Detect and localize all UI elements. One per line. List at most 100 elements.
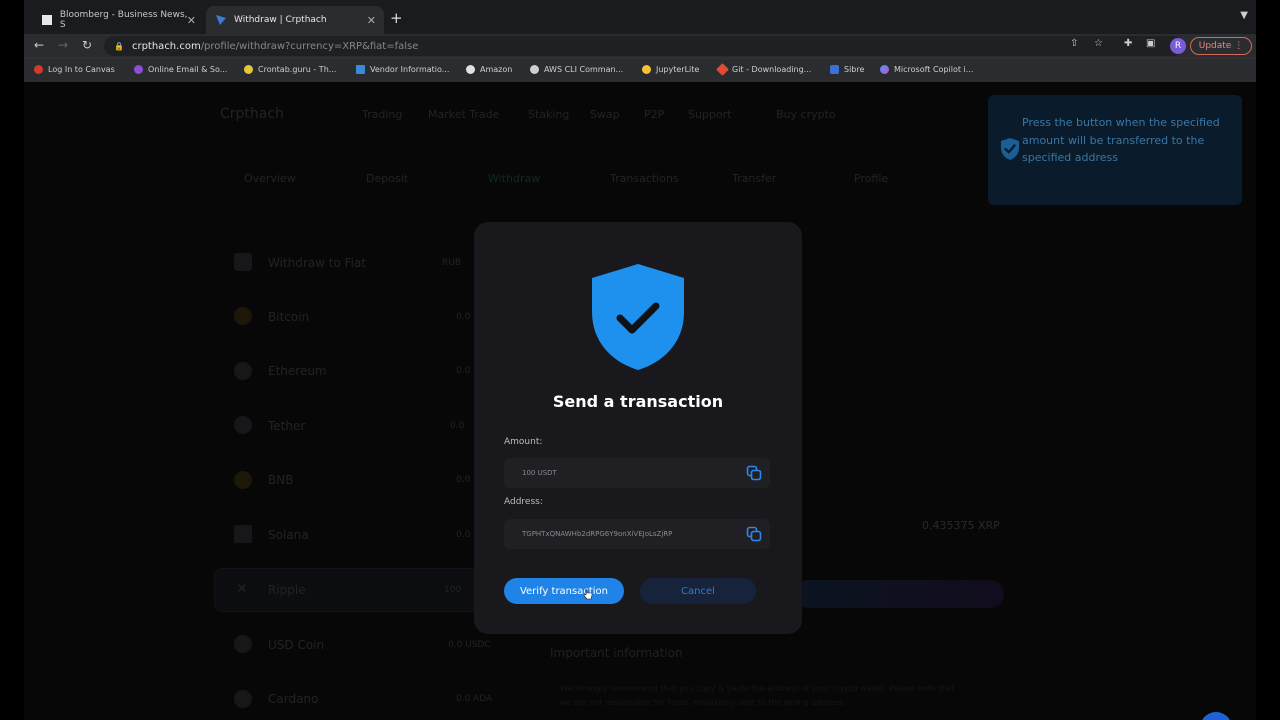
subnav-overview[interactable]: Overview [244, 172, 296, 185]
sibre-icon [830, 65, 839, 74]
bookmark-item[interactable]: JupyterLite [642, 65, 699, 74]
nav-item[interactable]: Swap [590, 108, 620, 121]
currency-name[interactable]: Bitcoin [268, 310, 309, 324]
close-tab-icon[interactable]: ✕ [367, 14, 376, 27]
forward-icon[interactable]: → [58, 38, 68, 52]
copilot-icon [880, 65, 889, 74]
bookmark-item[interactable]: Git - Downloading... [716, 63, 811, 76]
toast-notification: Press the button when the specified amou… [988, 95, 1242, 205]
email-icon [134, 65, 143, 74]
send-transaction-modal: Send a transaction Amount: 100 USDT Addr… [474, 222, 802, 634]
bookmark-item[interactable]: Crontab.guru - Th... [244, 65, 336, 74]
shield-check-icon [592, 264, 684, 370]
tether-icon [234, 416, 252, 434]
url-input[interactable]: 🔒 crpthach.com /profile/withdraw?currenc… [104, 36, 1184, 56]
copy-icon[interactable] [746, 526, 762, 542]
currency-value: 0.0 [456, 475, 471, 485]
bookmark-label: Microsoft Copilot i... [894, 65, 974, 74]
share-icon[interactable]: ⇧ [1070, 38, 1078, 49]
jupyter-icon [642, 65, 651, 74]
globe-icon [530, 65, 539, 74]
nav-item[interactable]: Support [688, 108, 731, 121]
address-bar-row: ← → ↻ 🔒 crpthach.com /profile/withdraw?c… [24, 34, 1256, 58]
bloomberg-favicon-icon [42, 15, 52, 25]
important-heading: Important information [550, 646, 683, 660]
git-icon [716, 63, 729, 76]
verify-transaction-button[interactable]: Verify transaction [504, 578, 624, 604]
fiat-icon [234, 253, 252, 271]
address-value: TGPHTxQNAWHb2dRPG6Y9onXiVEJoLsZjRP [522, 530, 673, 538]
bookmark-label: AWS CLI Comman... [544, 65, 624, 74]
currency-name[interactable]: BNB [268, 473, 293, 487]
vendor-icon [356, 65, 365, 74]
withdraw-bar[interactable] [794, 580, 1004, 608]
bookmark-item[interactable]: Log In to Canvas [34, 65, 115, 74]
crontab-icon [244, 65, 253, 74]
profile-avatar[interactable]: R [1170, 38, 1186, 54]
toast-message: Press the button when the specified amou… [1022, 116, 1220, 164]
address-label: Address: [504, 497, 543, 507]
nav-item[interactable]: Staking [528, 108, 569, 121]
subnav-transactions[interactable]: Transactions [610, 172, 679, 185]
sidebar-icon[interactable]: ▣ [1146, 38, 1155, 49]
subnav-withdraw[interactable]: Withdraw [488, 172, 540, 185]
solana-icon [234, 525, 252, 543]
brand-logo: Crpthach [220, 106, 284, 122]
currency-name[interactable]: Ripple [268, 583, 306, 597]
currency-name[interactable]: Ethereum [268, 364, 327, 378]
star-icon[interactable]: ☆ [1094, 38, 1103, 49]
ripple-icon: ✕ [236, 581, 248, 597]
currency-value: 0.0 [456, 312, 471, 322]
nav-item[interactable]: Buy crypto [776, 108, 836, 121]
bookmark-item[interactable]: Amazon [466, 65, 512, 74]
currency-value: 0.0 [450, 421, 465, 431]
update-button[interactable]: Update ⋮ [1190, 37, 1252, 55]
reload-icon[interactable]: ↻ [82, 38, 92, 52]
lock-icon: 🔒 [114, 41, 124, 51]
tab-bloomberg[interactable]: Bloomberg - Business News, S ✕ [32, 6, 204, 34]
bitcoin-icon [234, 307, 252, 325]
verify-label: Verify transaction [519, 585, 609, 597]
shield-check-icon [1001, 138, 1019, 160]
bookmark-item[interactable]: Sibre [830, 65, 864, 74]
bookmark-item[interactable]: Microsoft Copilot i... [880, 65, 973, 74]
address-field[interactable]: TGPHTxQNAWHb2dRPG6Y9onXiVEJoLsZjRP [504, 519, 770, 549]
nav-item[interactable]: P2P [644, 108, 664, 121]
nav-item[interactable]: Market Trade [428, 108, 499, 121]
currency-name[interactable]: USD Coin [268, 638, 324, 652]
nav-item[interactable]: Trading [362, 108, 402, 121]
bookmark-label: Crontab.guru - Th... [258, 65, 337, 74]
currency-name[interactable]: Solana [268, 528, 309, 542]
bookmark-label: JupyterLite [656, 65, 700, 74]
subnav-profile[interactable]: Profile [854, 172, 888, 185]
back-icon[interactable]: ← [34, 38, 44, 52]
browser-chrome: Bloomberg - Business News, S ✕ Withdraw … [24, 0, 1256, 82]
usdc-icon [234, 635, 252, 653]
tab-title: Withdraw | Crpthach [234, 15, 327, 25]
currency-name[interactable]: Cardano [268, 692, 318, 706]
amount-field[interactable]: 100 USDT [504, 458, 770, 488]
currency-name[interactable]: Tether [268, 419, 305, 433]
amazon-icon [466, 65, 475, 74]
copy-icon[interactable] [746, 465, 762, 481]
bookmark-item[interactable]: Online Email & So... [134, 65, 227, 74]
bnb-icon [234, 471, 252, 489]
currency-value: RUB [442, 258, 462, 268]
pointer-cursor-icon [583, 589, 593, 600]
bookmark-item[interactable]: Vendor Informatio... [356, 65, 449, 74]
cardano-icon [234, 690, 252, 708]
bookmark-item[interactable]: AWS CLI Comman... [530, 65, 623, 74]
canvas-icon [34, 65, 43, 74]
tab-withdraw[interactable]: Withdraw | Crpthach ✕ [206, 6, 384, 34]
subnav-deposit[interactable]: Deposit [366, 172, 408, 185]
close-tab-icon[interactable]: ✕ [187, 14, 196, 27]
currency-name[interactable]: Withdraw to Fiat [268, 256, 366, 270]
subnav-transfer[interactable]: Transfer [732, 172, 776, 185]
extensions-icon[interactable]: ✚ [1124, 38, 1132, 49]
cancel-button[interactable]: Cancel [640, 578, 756, 604]
bookmark-label: Log In to Canvas [48, 65, 115, 74]
currency-value: 0.0 [456, 366, 471, 376]
crpthach-favicon-icon [216, 15, 226, 25]
chevron-down-icon[interactable]: ▼ [1240, 10, 1248, 21]
new-tab-icon[interactable]: + [390, 9, 403, 27]
